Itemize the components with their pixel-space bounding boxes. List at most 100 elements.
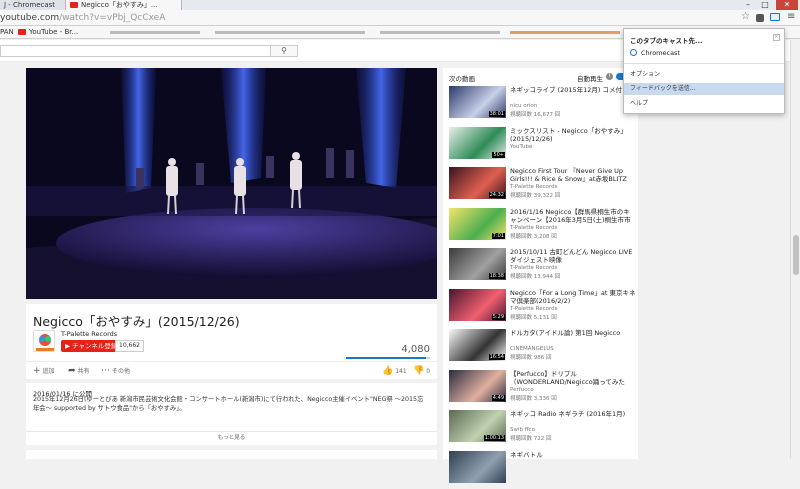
- video-thumbnail[interactable]: 24:32: [449, 167, 506, 199]
- search-input[interactable]: [0, 45, 270, 57]
- video-list-title[interactable]: ミックスリスト - Negicco「おやすみ」(2015/12/26): [510, 127, 636, 143]
- cast-device-chromecast[interactable]: Chromecast: [630, 49, 680, 57]
- video-list-title[interactable]: ネギッコ Radio ネギラチ (2016年1月): [510, 410, 636, 418]
- video-list-channel: CINEMANGELUS: [510, 346, 554, 352]
- video-list-title[interactable]: Negicco「For a Long Time」at 東京キネマ倶楽部(2016…: [510, 289, 636, 305]
- video-list-views: 視聴回数 986 回: [510, 355, 552, 361]
- tab-youtube[interactable]: Negicco「おやすみ」...: [66, 0, 182, 10]
- video-thumbnail[interactable]: 50+: [449, 126, 506, 159]
- share-button[interactable]: ➦ 共有: [68, 366, 90, 376]
- menu-item-feedback[interactable]: フィードバックを送信...: [624, 83, 784, 95]
- video-list-title[interactable]: 2016/1/16 Negicco【群馬県桐生市のキャンペーン【2016年3月5…: [510, 208, 636, 224]
- video-description: 2016/01/16 に公開 2015年12月26日(ゆーとぴあ 新潟市民芸術文…: [26, 383, 437, 445]
- more-button[interactable]: ⋯ その他: [101, 366, 130, 376]
- video-list-views: 視聴回数 722 回: [510, 436, 552, 442]
- video-list-title[interactable]: ドルカタ(アイドル論) 第1回 Negicco: [510, 329, 636, 337]
- comments-card: [26, 450, 437, 459]
- cast-icon[interactable]: [770, 13, 780, 21]
- cast-popup-header: このタブのキャスト先...: [630, 37, 703, 45]
- menu-item-help[interactable]: ヘルプ: [624, 98, 784, 110]
- video-list-channel: Swib ffco: [510, 427, 535, 433]
- video-thumbnail[interactable]: 38:01: [449, 86, 506, 118]
- search-icon: ⚲: [281, 46, 287, 55]
- video-list-channel: T-Palette Records: [510, 224, 558, 231]
- video-list-channel: YouTube: [510, 143, 533, 150]
- video-list-item[interactable]: 7:01 2016/1/16 Negicco【群馬県桐生市のキャンペーン【2016…: [449, 207, 637, 246]
- info-icon[interactable]: i: [606, 73, 613, 80]
- close-icon[interactable]: ×: [773, 34, 780, 41]
- show-more-button[interactable]: もっと見る: [26, 431, 437, 444]
- video-list-item[interactable]: 5:29 Negicco「For a Long Time」at 東京キネマ倶楽部(…: [449, 288, 637, 327]
- video-thumbnail[interactable]: 5:29: [449, 288, 506, 321]
- dislike-button[interactable]: 👎 0: [413, 366, 430, 376]
- address-bar[interactable]: youtube.com/watch?v=vPbj_QcCxeA ☆ ≡: [0, 10, 800, 26]
- video-list-item[interactable]: 38:01 ネギッコライブ (2015年12月) コメ付き nicu orion 視聴…: [449, 86, 637, 124]
- close-window-button[interactable]: ✕: [776, 0, 798, 10]
- video-list-channel: T-Palette Records: [510, 184, 558, 190]
- video-thumbnail[interactable]: [449, 450, 506, 483]
- video-list-views: 視聴回数 3,336 回: [510, 395, 557, 402]
- redacted-bookmarks: [110, 31, 200, 34]
- search-button[interactable]: ⚲: [270, 45, 298, 57]
- cast-popup: このタブのキャスト先... × Chromecast オプション フィードバック…: [623, 28, 785, 114]
- duration-badge: 24:32: [488, 192, 505, 198]
- video-list-title[interactable]: Negicco First Tour 『Never Give Up Girls!…: [510, 167, 636, 183]
- duration-badge: 38:01: [488, 111, 505, 117]
- video-list-title[interactable]: 2015/10/11 古町どんどん Negicco LIVEダイジェスト映像: [510, 248, 636, 264]
- channel-avatar[interactable]: [33, 330, 55, 352]
- radio-icon: [630, 49, 637, 56]
- scrollbar-thumb[interactable]: [793, 235, 799, 275]
- duration-badge: 4:49: [491, 394, 505, 401]
- url-text[interactable]: youtube.com/watch?v=vPbj_QcCxeA: [0, 12, 165, 24]
- video-list-item[interactable]: 18:38 2015/10/11 古町どんどん Negicco LIVEダイジェス…: [449, 248, 637, 286]
- more-icon: ⋯: [101, 366, 110, 376]
- menu-item-options[interactable]: オプション: [624, 69, 784, 81]
- video-list-channel: Perfucco: [510, 386, 534, 393]
- bookmark-star-icon[interactable]: ☆: [741, 11, 750, 22]
- bookmark-youtube[interactable]: YouTube - Br...: [18, 26, 78, 39]
- video-list-item[interactable]: 4:49 【Perfucco】ドリプル（WONDERLAND/Negicco踊って…: [449, 369, 637, 408]
- add-button[interactable]: + 追加: [33, 366, 55, 376]
- channel-name[interactable]: T-Palette Records: [61, 330, 117, 338]
- like-button[interactable]: 👍 141: [382, 366, 407, 376]
- video-player[interactable]: [26, 68, 437, 299]
- share-icon: ➦: [68, 366, 76, 376]
- like-ratio-bar: [346, 357, 430, 359]
- up-next-sidebar: 次の動画 自動再生 i 38:01 ネギッコライブ (2015年12月) コメ付き…: [443, 68, 638, 483]
- video-thumbnail[interactable]: 4:49: [449, 369, 506, 402]
- video-list-item[interactable]: 24:32 Negicco First Tour 『Never Give Up G…: [449, 167, 637, 205]
- video-thumbnail[interactable]: 18:38: [449, 248, 506, 280]
- video-thumbnail[interactable]: 16:54: [449, 329, 506, 361]
- video-list-title[interactable]: ネギバトル: [510, 451, 636, 459]
- redacted-bookmarks: [380, 31, 500, 34]
- video-thumbnail[interactable]: 1:00:13: [449, 410, 506, 442]
- duration-badge: 1:00:13: [483, 435, 505, 441]
- minimize-button[interactable]: –: [740, 0, 756, 10]
- tab-chromecast[interactable]: J - Chromecast: [0, 0, 66, 10]
- youtube-icon: [70, 2, 78, 8]
- page-scrollbar[interactable]: [790, 40, 800, 459]
- plus-icon: +: [33, 366, 41, 376]
- video-list-views: 視聴回数 13,944 回: [510, 274, 561, 280]
- autoplay-label: 自動再生: [577, 75, 603, 83]
- view-count: 4,080: [401, 344, 430, 355]
- duration-badge: 7:01: [491, 232, 505, 239]
- menu-icon[interactable]: ≡: [787, 11, 795, 22]
- video-list-item[interactable]: 50+ ミックスリスト - Negicco「おやすみ」(2015/12/26) Yo…: [449, 126, 637, 165]
- action-bar: + 追加 ➦ 共有 ⋯ その他 👍 141 👎 0: [26, 361, 437, 379]
- video-list-item[interactable]: ネギバトル: [449, 450, 637, 489]
- video-list-item[interactable]: 16:54 ドルカタ(アイドル論) 第1回 Negicco CINEMANGELUS…: [449, 329, 637, 367]
- video-list-item[interactable]: 1:00:13 ネギッコ Radio ネギラチ (2016年1月) Swib ffc…: [449, 410, 637, 448]
- like-ratio-fill: [346, 357, 426, 359]
- video-thumbnail[interactable]: 7:01: [449, 207, 506, 240]
- subscribe-button[interactable]: ▶ チャンネル登録: [61, 340, 122, 352]
- maximize-button[interactable]: □: [757, 0, 773, 10]
- redacted-bookmarks: [215, 31, 365, 34]
- video-list-title[interactable]: ネギッコライブ (2015年12月) コメ付き: [510, 86, 636, 94]
- thumbs-up-icon: 👍: [382, 366, 394, 376]
- divider: [624, 63, 784, 64]
- bookmark-pan[interactable]: PAN: [0, 26, 14, 39]
- extension-icon[interactable]: [756, 14, 764, 22]
- video-list-title[interactable]: 【Perfucco】ドリプル（WONDERLAND/Negicco踊ってみた d…: [510, 370, 636, 386]
- duration-badge: 16:54: [488, 354, 505, 360]
